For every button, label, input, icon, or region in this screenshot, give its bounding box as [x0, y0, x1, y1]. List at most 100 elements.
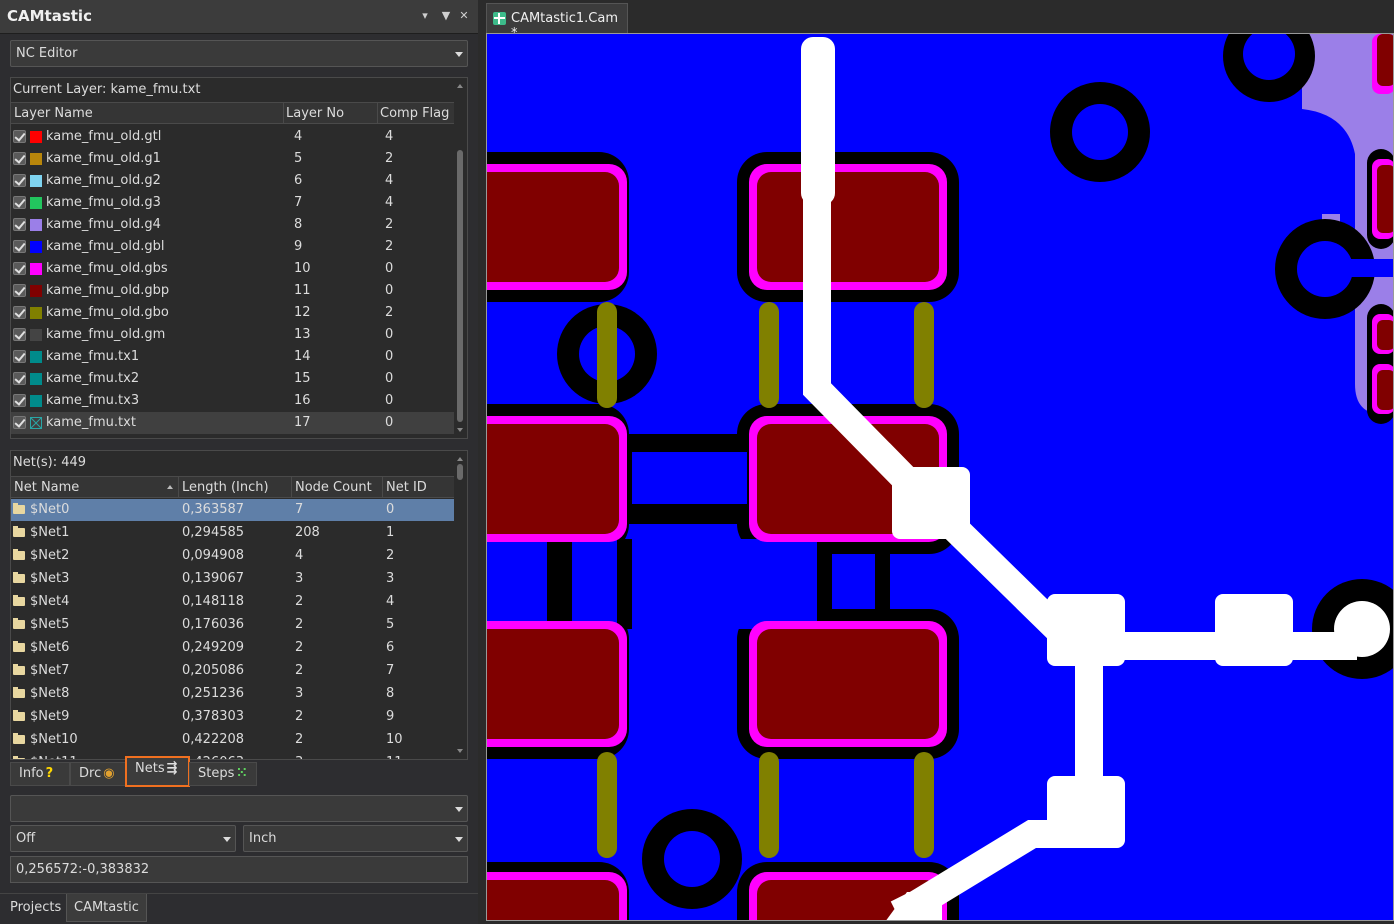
layer-color-swatch[interactable]: [30, 263, 42, 275]
tab-steps-label: Steps: [198, 766, 235, 781]
layer-row[interactable]: kame_fmu.tx2 15 0: [11, 368, 454, 390]
net-row[interactable]: $Net6 0,249209 2 6: [11, 637, 454, 659]
folder-icon: [13, 756, 25, 759]
tab-steps[interactable]: Steps ⁙: [189, 762, 257, 786]
layer-color-swatch[interactable]: [30, 131, 42, 143]
layer-visible-checkbox[interactable]: [13, 174, 26, 187]
panel-tabs: Info? Drc ◉ Nets ⇶ Steps ⁙: [10, 756, 468, 788]
layer-no: 8: [294, 217, 303, 232]
net-row[interactable]: $Net7 0,205086 2 7: [11, 660, 454, 682]
panel-menu-icon[interactable]: ▾: [418, 8, 432, 24]
tab-drc[interactable]: Drc ◉: [70, 762, 126, 786]
scroll-down-icon[interactable]: [457, 749, 463, 753]
layer-color-swatch[interactable]: [30, 197, 42, 209]
layer-color-swatch[interactable]: [30, 241, 42, 253]
pin-icon[interactable]: ▼: [439, 8, 453, 24]
layer-hidden-swatch[interactable]: [30, 417, 42, 429]
layer-row[interactable]: kame_fmu_old.gbl 9 2: [11, 236, 454, 258]
layer-color-swatch[interactable]: [30, 351, 42, 363]
layer-row[interactable]: kame_fmu_old.gbs 10 0: [11, 258, 454, 280]
layer-visible-checkbox[interactable]: [13, 350, 26, 363]
net-row[interactable]: $Net4 0,148118 2 4: [11, 591, 454, 613]
net-length: 0,148118: [182, 594, 245, 609]
layer-visible-checkbox[interactable]: [13, 372, 26, 385]
tab-camtastic[interactable]: CAMtastic: [66, 894, 147, 922]
layer-color-swatch[interactable]: [30, 329, 42, 341]
scroll-thumb[interactable]: [457, 150, 463, 422]
layer-row[interactable]: kame_fmu_old.gtl 4 4: [11, 126, 454, 148]
layer-name: kame_fmu_old.gbl: [46, 239, 165, 254]
scroll-down-icon[interactable]: [457, 428, 463, 432]
close-icon[interactable]: ✕: [457, 8, 471, 24]
layer-visible-checkbox[interactable]: [13, 262, 26, 275]
layer-visible-checkbox[interactable]: [13, 196, 26, 209]
col-node-count[interactable]: Node Count: [295, 480, 372, 495]
pcb-canvas[interactable]: [486, 33, 1394, 921]
scroll-up-icon[interactable]: [457, 84, 463, 88]
snap-select-value: Off: [16, 831, 36, 846]
layer-visible-checkbox[interactable]: [13, 130, 26, 143]
net-row[interactable]: $Net1 0,294585 208 1: [11, 522, 454, 544]
layer-color-swatch[interactable]: [30, 219, 42, 231]
layer-row[interactable]: kame_fmu_old.g2 6 4: [11, 170, 454, 192]
layer-row[interactable]: kame_fmu_old.gbp 11 0: [11, 280, 454, 302]
scroll-up-icon[interactable]: [457, 457, 463, 461]
net-name: $Net11: [30, 755, 78, 759]
layer-row[interactable]: kame_fmu.tx3 16 0: [11, 390, 454, 412]
document-tab[interactable]: CAMtastic1.Cam *: [486, 3, 628, 41]
layers-header: Layer Name Layer No Comp Flag: [11, 102, 454, 124]
col-comp-flag[interactable]: Comp Flag: [380, 106, 449, 121]
tab-info[interactable]: Info?: [10, 762, 70, 786]
col-layer-name[interactable]: Layer Name: [14, 106, 93, 121]
layer-visible-checkbox[interactable]: [13, 416, 26, 429]
net-node-count: 7: [295, 502, 304, 517]
scroll-thumb[interactable]: [457, 464, 463, 480]
layer-row[interactable]: kame_fmu_old.g4 8 2: [11, 214, 454, 236]
layer-row[interactable]: kame_fmu_old.gbo 12 2: [11, 302, 454, 324]
nets-scrollbar[interactable]: [455, 451, 465, 759]
layer-visible-checkbox[interactable]: [13, 284, 26, 297]
net-row[interactable]: $Net9 0,378303 2 9: [11, 706, 454, 728]
layer-visible-checkbox[interactable]: [13, 394, 26, 407]
net-node-count: 2: [295, 640, 304, 655]
layer-color-swatch[interactable]: [30, 153, 42, 165]
mode-select[interactable]: NC Editor: [10, 40, 468, 67]
net-node-count: 3: [295, 686, 304, 701]
layer-color-swatch[interactable]: [30, 307, 42, 319]
layer-row[interactable]: kame_fmu.tx1 14 0: [11, 346, 454, 368]
col-net-id[interactable]: Net ID: [386, 480, 427, 495]
empty-select[interactable]: [10, 795, 468, 822]
net-node-count: 2: [295, 617, 304, 632]
tab-projects[interactable]: Projects: [3, 894, 68, 922]
layer-name: kame_fmu.tx3: [46, 393, 140, 408]
layer-color-swatch[interactable]: [30, 395, 42, 407]
layer-row[interactable]: kame_fmu_old.gm 13 0: [11, 324, 454, 346]
net-row[interactable]: $Net10 0,422208 2 10: [11, 729, 454, 751]
layer-color-swatch[interactable]: [30, 175, 42, 187]
layer-visible-checkbox[interactable]: [13, 218, 26, 231]
layer-row[interactable]: kame_fmu.txt 17 0: [11, 412, 454, 434]
net-row[interactable]: $Net2 0,094908 4 2: [11, 545, 454, 567]
net-row[interactable]: $Net8 0,251236 3 8: [11, 683, 454, 705]
layer-visible-checkbox[interactable]: [13, 328, 26, 341]
snap-select[interactable]: Off: [10, 825, 236, 852]
layer-color-swatch[interactable]: [30, 285, 42, 297]
net-row[interactable]: $Net11 0,426063 3 11: [11, 752, 454, 759]
tab-nets[interactable]: Nets ⇶: [125, 756, 190, 787]
layer-visible-checkbox[interactable]: [13, 306, 26, 319]
layer-color-swatch[interactable]: [30, 373, 42, 385]
unit-select[interactable]: Inch: [243, 825, 468, 852]
net-row[interactable]: $Net0 0,363587 7 0: [11, 499, 454, 521]
layer-visible-checkbox[interactable]: [13, 152, 26, 165]
layer-row[interactable]: kame_fmu_old.g1 5 2: [11, 148, 454, 170]
layers-scrollbar[interactable]: [455, 78, 465, 438]
layer-row[interactable]: kame_fmu_old.g3 7 4: [11, 192, 454, 214]
net-row[interactable]: $Net3 0,139067 3 3: [11, 568, 454, 590]
pcb-view[interactable]: [487, 34, 1394, 921]
col-length[interactable]: Length (Inch): [182, 480, 269, 495]
layer-comp-flag: 0: [385, 415, 394, 430]
layer-visible-checkbox[interactable]: [13, 240, 26, 253]
col-layer-no[interactable]: Layer No: [286, 106, 344, 121]
col-net-name[interactable]: Net Name: [14, 480, 79, 495]
net-row[interactable]: $Net5 0,176036 2 5: [11, 614, 454, 636]
